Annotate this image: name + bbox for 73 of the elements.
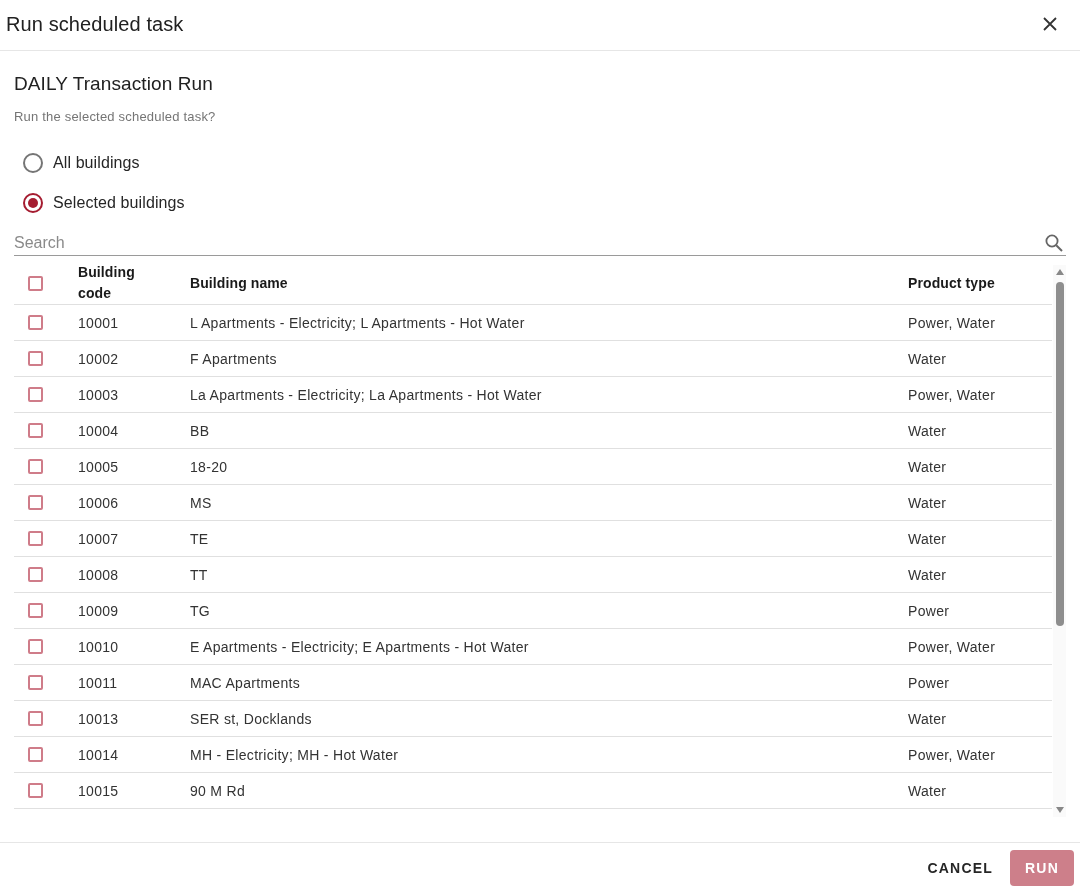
table-cell: BB: [190, 422, 210, 439]
select-all-checkbox[interactable]: [28, 275, 43, 291]
row-checkbox[interactable]: [28, 495, 43, 510]
table-cell: 10003: [78, 386, 119, 403]
table-cell: Water: [908, 530, 947, 547]
row-checkbox[interactable]: [28, 639, 43, 654]
task-name: DAILY Transaction Run: [14, 72, 214, 96]
table-cell: 10013: [78, 710, 119, 727]
table-cell: MH - Electricity; MH - Hot Water: [190, 746, 399, 763]
scrollbar-thumb[interactable]: [1055, 282, 1064, 626]
table-cell: La Apartments - Electricity; La Apartments - Hot Water: [190, 386, 542, 403]
table-cell: 10004: [78, 422, 119, 439]
scroll-up-icon[interactable]: [1055, 269, 1064, 275]
table-cell: MAC Apartments: [190, 674, 300, 691]
table-cell: Water: [908, 350, 947, 367]
table-cell: E Apartments - Electricity; E Apartments - Hot Water: [190, 638, 529, 655]
task-prompt: Run the selected scheduled task?: [14, 108, 217, 126]
table-cell: Water: [908, 782, 947, 799]
radio-option[interactable]: All buildings: [14, 143, 140, 183]
row-checkbox[interactable]: [28, 351, 43, 366]
table-cell: Power: [908, 674, 950, 691]
table-cell: L Apartments - Electricity; L Apartments - Hot Water: [190, 314, 525, 331]
column-header: Building name: [190, 273, 288, 293]
row-checkbox[interactable]: [28, 387, 43, 402]
table-cell: 10009: [78, 602, 119, 619]
table-cell: Power, Water: [908, 638, 996, 655]
dialog-title: Run scheduled task: [6, 12, 184, 36]
table-cell: Power, Water: [908, 314, 996, 331]
table-cell: 10015: [78, 782, 119, 799]
table-cell: Power, Water: [908, 386, 996, 403]
table-cell: SER st, Docklands: [190, 710, 312, 727]
table-cell: Water: [908, 422, 947, 439]
table-cell: TT: [190, 566, 208, 583]
table-cell: 18-20: [190, 458, 228, 475]
table-cell: Water: [908, 494, 947, 511]
table-cell: 10010: [78, 638, 119, 655]
table-cell: Power, Water: [908, 746, 996, 763]
table-cell: MS: [190, 494, 212, 511]
table-cell: Power: [908, 602, 950, 619]
table-cell: Water: [908, 458, 947, 475]
row-checkbox[interactable]: [28, 459, 43, 474]
table-cell: 10002: [78, 350, 119, 367]
table-cell: 10006: [78, 494, 119, 511]
row-checkbox[interactable]: [28, 315, 43, 330]
row-checkbox[interactable]: [28, 567, 43, 582]
search-field[interactable]: Search: [14, 231, 1066, 256]
table-cell: Water: [908, 566, 947, 583]
table-cell: 10001: [78, 314, 119, 331]
close-icon: [1043, 17, 1057, 31]
scrollbar[interactable]: [1053, 265, 1066, 817]
row-checkbox[interactable]: [28, 711, 43, 726]
column-header: Product type: [908, 273, 995, 293]
table-cell: 10014: [78, 746, 119, 763]
table-cell: 10007: [78, 530, 119, 547]
row-checkbox[interactable]: [28, 423, 43, 438]
cancel-button[interactable]: CANCEL: [915, 850, 1005, 886]
table-cell: 90 M Rd: [190, 782, 245, 799]
table-cell: TG: [190, 602, 211, 619]
table-cell: TE: [190, 530, 209, 547]
row-checkbox[interactable]: [28, 783, 43, 798]
table-cell: 10008: [78, 566, 119, 583]
search-icon[interactable]: [1045, 234, 1063, 252]
table-cell: 10011: [78, 674, 118, 691]
row-checkbox[interactable]: [28, 747, 43, 762]
row-checkbox[interactable]: [28, 531, 43, 546]
row-checkbox[interactable]: [28, 603, 43, 618]
table-cell: Water: [908, 710, 947, 727]
scroll-down-icon[interactable]: [1055, 807, 1064, 813]
radio-option[interactable]: Selected buildings: [14, 183, 185, 223]
table-cell: 10005: [78, 458, 119, 475]
row-checkbox[interactable]: [28, 675, 43, 690]
table-cell: F Apartments: [190, 350, 277, 367]
column-header: Building code: [78, 263, 136, 303]
